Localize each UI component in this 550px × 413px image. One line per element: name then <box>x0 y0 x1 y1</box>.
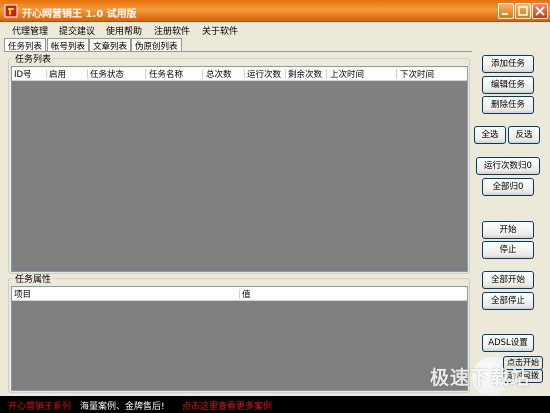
menu-register[interactable]: 注册软件 <box>154 24 190 37</box>
col-total[interactable]: 总次数 <box>206 68 232 80</box>
col-separator <box>202 69 203 79</box>
app-icon <box>4 4 18 18</box>
invert-selection-button[interactable]: 反选 <box>508 126 540 144</box>
menu-proxy[interactable]: 代理管理 <box>12 24 48 37</box>
task-list-header: ID号 启用 任务状态 任务名称 总次数 运行次数 剩余次数 上次时间 下次时间 <box>12 67 467 81</box>
menu-suggestion[interactable]: 提交建议 <box>59 24 95 37</box>
col-next-time[interactable]: 下次时间 <box>400 68 434 80</box>
task-list-legend: 任务列表 <box>15 55 52 65</box>
start-button[interactable]: 开始 <box>482 221 534 239</box>
status-slogan: 海量案例、金牌售后! <box>80 402 165 412</box>
col-separator <box>396 69 397 79</box>
reset-run-count-button[interactable]: 运行次数归0 <box>476 157 540 175</box>
col-id[interactable]: ID号 <box>14 68 32 80</box>
status-product-series[interactable]: 开心营销王系列 <box>8 399 71 412</box>
col-item[interactable]: 项目 <box>14 288 31 300</box>
col-separator <box>326 69 327 79</box>
menu-help[interactable]: 使用帮助 <box>106 24 142 37</box>
select-all-button[interactable]: 全选 <box>474 126 506 144</box>
status-more-cases-link[interactable]: 点击这里查看更多案例 <box>182 399 272 412</box>
add-task-button[interactable]: 添加任务 <box>482 55 534 73</box>
status-bar: 开心营销王系列 海量案例、金牌售后! 点击这里查看更多案例 <box>0 396 550 413</box>
task-list-view[interactable]: ID号 启用 任务状态 任务名称 总次数 运行次数 剩余次数 上次时间 下次时间 <box>11 66 468 272</box>
col-run-count[interactable]: 运行次数 <box>247 68 281 80</box>
delete-task-button[interactable]: 删除任务 <box>482 96 534 114</box>
minimize-button[interactable] <box>498 3 514 19</box>
menu-about[interactable]: 关于软件 <box>202 24 238 37</box>
reset-all-button[interactable]: 全部归0 <box>482 178 534 196</box>
col-name[interactable]: 任务名称 <box>149 68 183 80</box>
adsl-settings-button[interactable]: ADSL设置 <box>482 334 534 352</box>
window-title: 开心网营销王 1.0 试用版 <box>22 9 137 20</box>
col-separator <box>244 69 245 79</box>
col-enabled[interactable]: 启用 <box>49 68 66 80</box>
start-all-button[interactable]: 全部开始 <box>482 271 534 289</box>
tab-task-list[interactable]: 任务列表 <box>4 38 47 52</box>
maximize-button[interactable] <box>515 3 531 19</box>
menu-bar: 代理管理 提交建议 使用帮助 注册软件 关于软件 <box>0 22 550 38</box>
col-separator <box>145 69 146 79</box>
stop-all-button[interactable]: 全部停止 <box>482 292 534 310</box>
stop-button[interactable]: 停止 <box>482 241 534 259</box>
col-separator <box>285 69 286 79</box>
col-remaining[interactable]: 剩余次数 <box>288 68 322 80</box>
task-property-view[interactable]: 项目 值 <box>11 286 468 391</box>
col-separator <box>239 289 240 299</box>
task-property-legend: 任务属性 <box>15 275 52 285</box>
col-value[interactable]: 值 <box>242 288 251 300</box>
title-bar: 开心网营销王 1.0 试用版 <box>0 0 550 22</box>
tab-pseudo-original-list[interactable]: 伪原创列表 <box>131 38 182 52</box>
tab-article-list[interactable]: 文章列表 <box>89 38 132 52</box>
col-separator <box>87 69 88 79</box>
tab-account-list[interactable]: 帐号列表 <box>47 38 90 52</box>
minimize-icon <box>502 13 508 15</box>
close-icon <box>535 6 545 16</box>
col-last-time[interactable]: 上次时间 <box>330 68 364 80</box>
col-status[interactable]: 任务状态 <box>90 68 124 80</box>
maximize-icon <box>518 6 528 16</box>
watermark-text: 极速下载站 <box>430 367 531 389</box>
edit-task-button[interactable]: 编辑任务 <box>482 76 534 94</box>
close-button[interactable] <box>532 3 548 19</box>
task-property-header: 项目 值 <box>12 287 467 301</box>
col-separator <box>46 69 47 79</box>
